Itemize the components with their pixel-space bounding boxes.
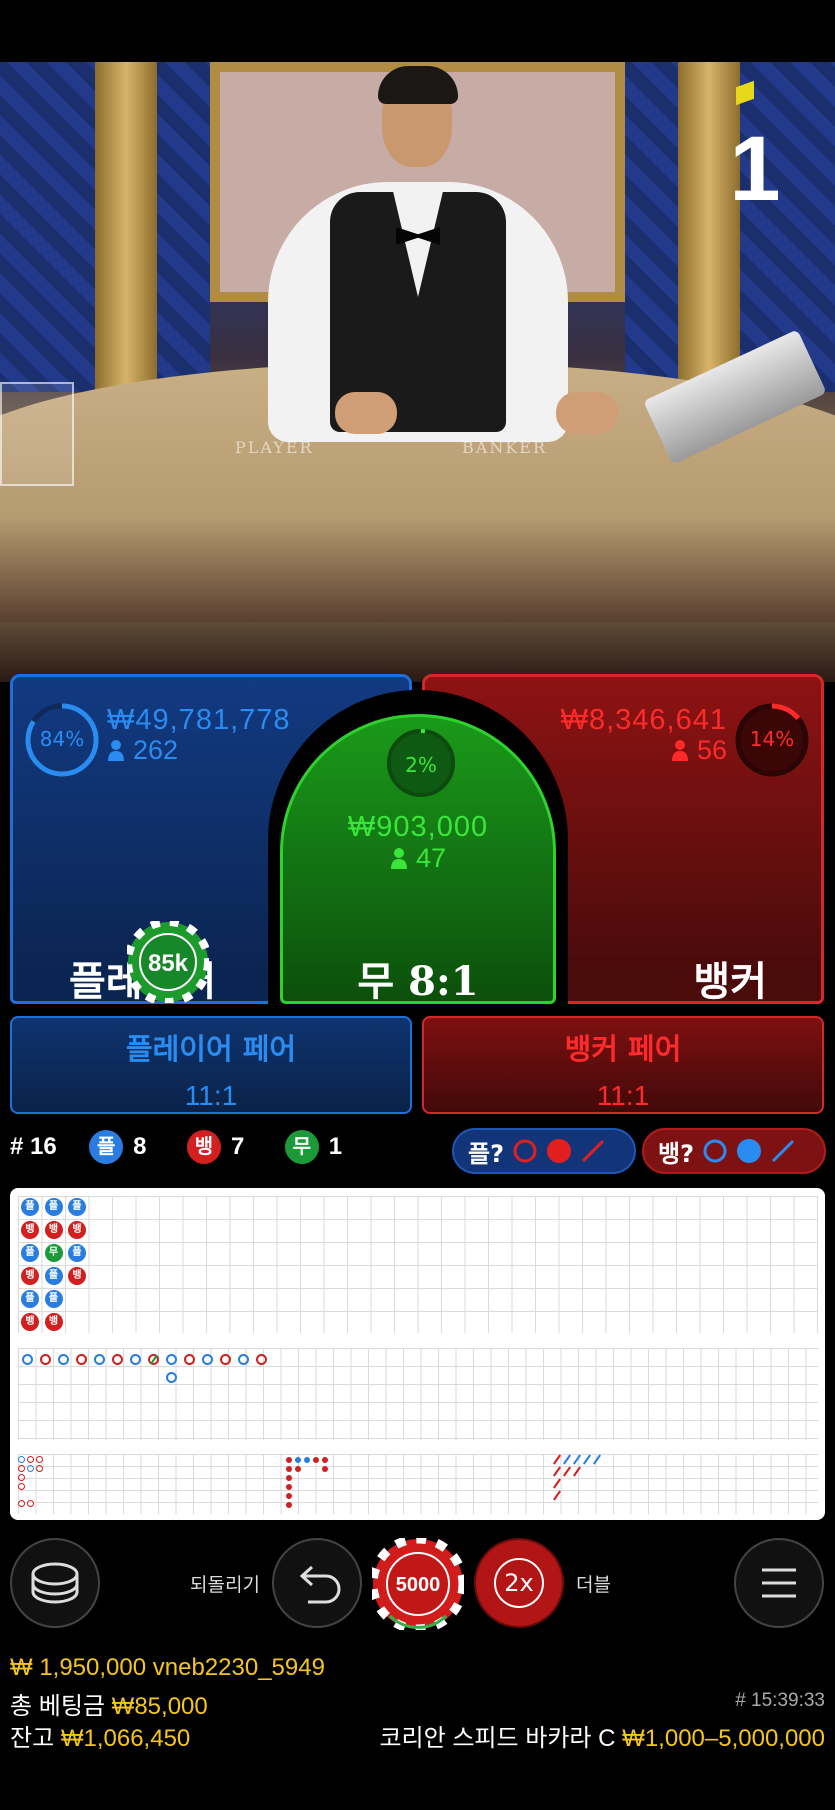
banker-amount: ₩8,346,641 — [560, 704, 727, 736]
balance-label: 잔고 — [10, 1725, 55, 1752]
big-road-circle-icon — [703, 1139, 727, 1163]
banker-pair-odds: 11:1 — [596, 1080, 650, 1111]
total-bet-info: 총 베팅금 ₩85,000 — [10, 1686, 208, 1721]
bead: 플 — [21, 1198, 39, 1216]
last-bet-info: ₩ 1,950,000 vneb2230_5949 — [10, 1654, 325, 1682]
tie-amount: ₩903,000 — [347, 811, 489, 843]
round-number: # 16 — [10, 1133, 57, 1160]
username: vneb2230_5949 — [152, 1654, 325, 1681]
big-eye-dot-icon — [737, 1139, 762, 1163]
table-limits: ₩1,000–5,000,000 — [622, 1725, 825, 1752]
table-player-text: PLAYER — [235, 438, 314, 457]
tie-bettors: 47 — [283, 843, 553, 874]
tie-wins-badge: 무 — [284, 1130, 319, 1164]
pillar-right — [678, 62, 740, 392]
bead: 뱅 — [21, 1221, 39, 1239]
cockroach-slash-icon — [581, 1139, 605, 1163]
table-info: 코리안 스피드 바카라 C ₩1,000–5,000,000 — [379, 1718, 825, 1753]
bead: 플 — [21, 1290, 39, 1308]
double-button-text: 2x — [494, 1558, 544, 1608]
person-icon — [671, 740, 688, 761]
banker-percent: 14% — [749, 727, 795, 751]
banker-wins-badge: 뱅 — [186, 1130, 221, 1164]
chip-stack-button[interactable] — [10, 1538, 100, 1628]
dealer-hair — [378, 66, 458, 104]
bead: 플 — [44, 1198, 63, 1216]
table-banker-text: BANKER — [462, 438, 547, 457]
bead: 뱅 — [68, 1267, 86, 1285]
bead: 플 — [44, 1267, 63, 1285]
player-pair-odds: 11:1 — [184, 1080, 238, 1111]
banker-predict-label: 뱅? — [658, 1139, 695, 1168]
banker-predict-button[interactable]: 뱅? — [642, 1128, 826, 1174]
undo-icon — [299, 1565, 341, 1604]
banker-wins-count: 7 — [230, 1133, 245, 1160]
tie-percent: 2% — [405, 753, 437, 777]
roadmap-scoreboard: 플뱅플뱅플뱅플뱅무플플뱅플뱅플뱅 — [10, 1188, 825, 1520]
countdown-timer: 1 — [729, 118, 781, 220]
tie-wins-count: 1 — [328, 1133, 343, 1160]
player-wins-count: 8 — [133, 1133, 147, 1160]
last-bet-amount: ₩ 1,950,000 — [10, 1654, 147, 1681]
bead: 뱅 — [21, 1267, 39, 1285]
banker-label: 뱅커 — [693, 959, 767, 1005]
bead: 뱅 — [44, 1313, 63, 1331]
hamburger-menu-icon — [762, 1568, 796, 1598]
balance-info: 잔고 ₩1,066,450 — [10, 1718, 190, 1753]
game-time: # 15:39:33 — [735, 1690, 825, 1711]
person-icon — [390, 848, 407, 869]
player-percent: 84% — [39, 727, 85, 751]
cockroach-slash-icon — [771, 1139, 795, 1163]
player-wins-badge: 플 — [89, 1130, 124, 1164]
bead: 뱅 — [44, 1221, 63, 1239]
banker-pair-bet[interactable]: 뱅커 페어 11:1 — [422, 1016, 824, 1114]
bead: 뱅 — [21, 1313, 39, 1331]
bead: 뱅 — [68, 1221, 86, 1239]
big-road-circle-icon — [513, 1139, 537, 1163]
double-label: 더블 — [576, 1574, 611, 1596]
dealer-hand-left — [335, 392, 397, 434]
player-bettors-count: 262 — [133, 735, 179, 765]
bead: 플 — [68, 1198, 86, 1216]
total-bet-label: 총 베팅금 — [10, 1693, 105, 1720]
menu-button[interactable] — [734, 1538, 824, 1628]
banker-bettors-count: 56 — [696, 735, 727, 765]
player-predict-button[interactable]: 플? — [452, 1128, 636, 1174]
bead: 플 — [68, 1244, 86, 1262]
tie-bet-spot[interactable]: 2% ₩903,000 47 무 8:1 — [280, 714, 556, 1005]
table-name: 코리안 스피드 바카라 C — [379, 1725, 616, 1752]
undo-label: 되돌리기 — [190, 1574, 260, 1596]
chip-stack-icon — [31, 1562, 79, 1604]
player-bettors: 262 — [107, 735, 178, 766]
bead-plate-grid — [18, 1196, 818, 1333]
selected-chip-button[interactable]: 5000 — [372, 1538, 464, 1630]
banker-pair-title: 뱅커 페어 — [564, 1032, 682, 1066]
player-predict-label: 플? — [468, 1139, 505, 1168]
derived-roads-grid — [18, 1454, 818, 1514]
undo-button[interactable] — [272, 1538, 362, 1628]
balance-value: ₩1,066,450 — [60, 1725, 191, 1752]
bead: 플 — [44, 1290, 63, 1308]
double-button[interactable]: 2x — [474, 1538, 564, 1628]
bead: 플 — [21, 1244, 39, 1262]
live-video: PLAYER BANKER 1 — [0, 62, 835, 682]
big-eye-dot-icon — [547, 1139, 572, 1163]
tie-label: 무 8:1 — [357, 958, 479, 1005]
player-amount: ₩49,781,778 — [107, 704, 291, 736]
bead: 무 — [44, 1244, 63, 1262]
person-icon — [108, 740, 124, 761]
banker-bettors: 56 — [671, 735, 727, 766]
player-pair-bet[interactable]: 플레이어 페어 11:1 — [10, 1016, 412, 1114]
tie-bettors-count: 47 — [415, 843, 447, 873]
discard-tray — [0, 382, 74, 486]
placed-chip-value: 85k — [148, 950, 189, 977]
total-bet-value: ₩85,000 — [111, 1693, 208, 1720]
pillar-left — [95, 62, 157, 392]
player-pair-title: 플레이어 페어 — [125, 1032, 297, 1066]
dealer-hand-right — [556, 392, 618, 434]
selected-chip-value: 5000 — [396, 1574, 441, 1596]
placed-chip[interactable]: 85k — [127, 921, 209, 1003]
